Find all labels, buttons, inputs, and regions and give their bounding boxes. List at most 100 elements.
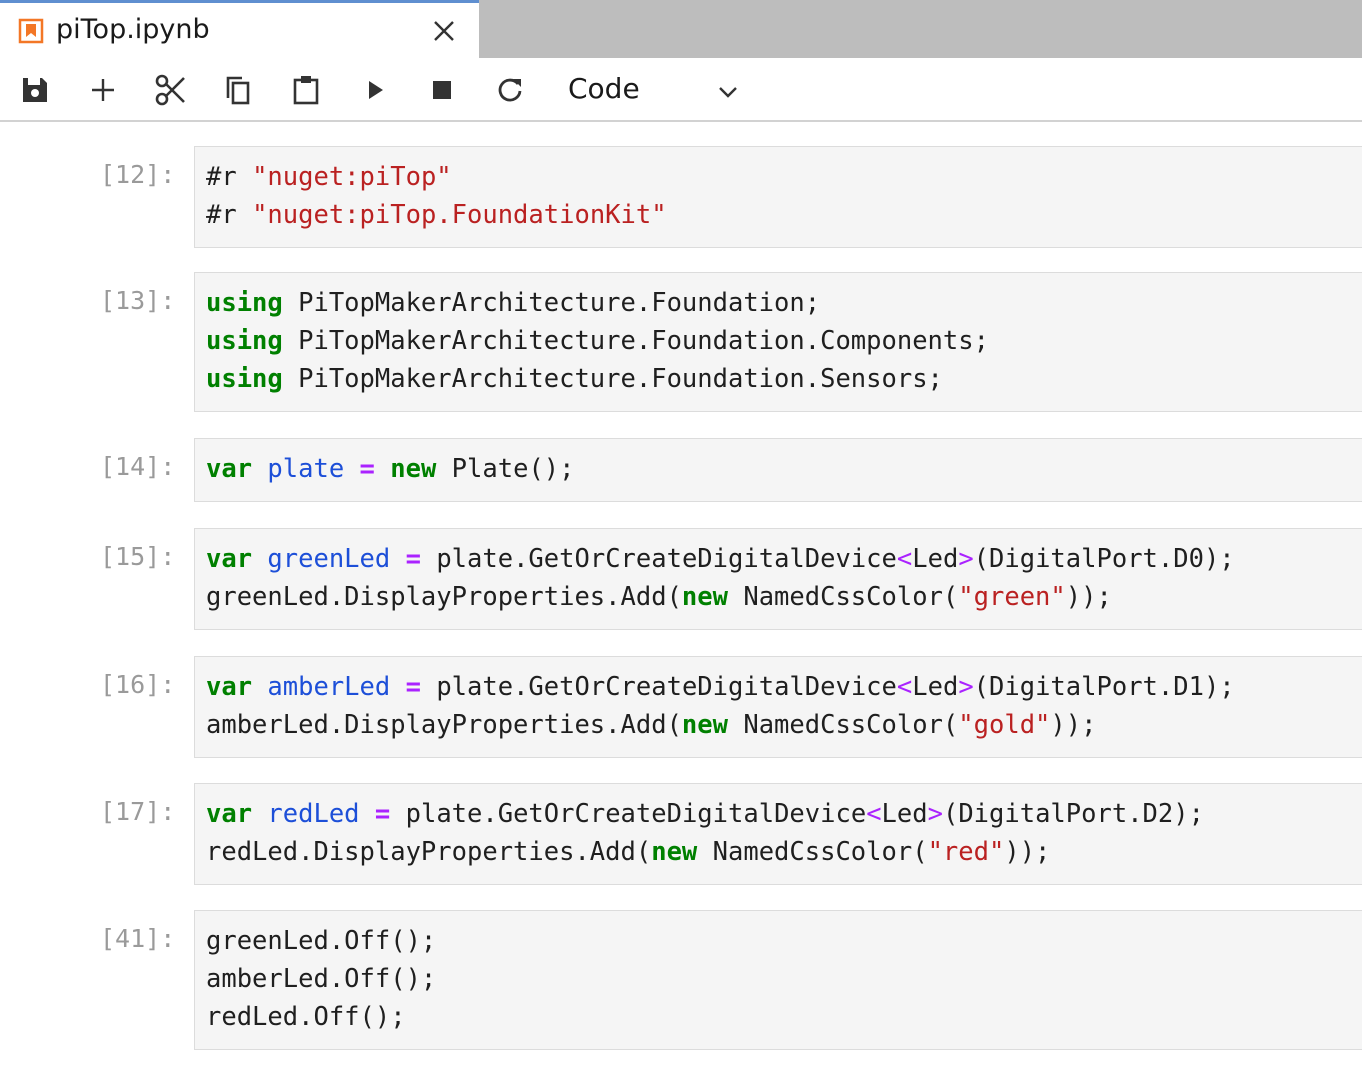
cell-prompt: [13]:: [100, 286, 176, 315]
code-token: plate.GetOrCreateDigitalDevice: [420, 672, 897, 702]
cell-prompt: [41]:: [100, 924, 176, 953]
paste-button[interactable]: [288, 72, 324, 108]
code-editor[interactable]: greenLed.Off(); amberLed.Off(); redLed.Off…: [194, 910, 1362, 1050]
notebook-icon: [18, 18, 44, 44]
save-button[interactable]: [17, 72, 53, 108]
code-token: <: [896, 544, 913, 574]
code-token: amberLed.DisplayProperties.Add(: [206, 710, 682, 740]
code-token: var: [206, 799, 253, 829]
code-token: var: [206, 454, 253, 484]
code-token: ));: [1004, 837, 1051, 867]
notebook-cell[interactable]: [13]: using PiTopMakerArchitecture.Founda…: [0, 272, 1362, 412]
tab-bar: piTop.ipynb: [0, 0, 1362, 58]
code-line: var plate = new Plate();: [206, 450, 575, 488]
code-token: greenLed: [267, 544, 391, 574]
copy-button[interactable]: [220, 72, 256, 108]
code-line: redLed.DisplayProperties.Add(new NamedCs…: [206, 833, 1050, 871]
code-line: using PiTopMakerArchitecture.Foundation.…: [206, 360, 943, 398]
code-token: <: [866, 799, 882, 829]
code-line: using PiTopMakerArchitecture.Foundation;: [206, 284, 820, 322]
notebook-cell[interactable]: [41]: greenLed.Off(); amberLed.Off(); redLe…: [0, 910, 1362, 1050]
cut-button[interactable]: [153, 72, 189, 108]
restart-button[interactable]: [492, 72, 528, 108]
code-editor[interactable]: var plate = new Plate();: [194, 438, 1362, 502]
cell-prompt: [15]:: [100, 542, 176, 571]
code-token: greenLed.DisplayProperties.Add(: [206, 582, 682, 612]
restart-icon: [498, 78, 522, 102]
notebook-cell[interactable]: [16]: var amberLed = plate.GetOrCreateDig…: [0, 656, 1362, 758]
code-token: using: [206, 326, 283, 356]
code-line: var greenLed = plate.GetOrCreateDigitalD…: [206, 540, 1235, 578]
notebook-cell[interactable]: [17]: var redLed = plate.GetOrCreateDigit…: [0, 783, 1362, 885]
code-token: plate: [267, 454, 345, 484]
code-token: Led: [881, 799, 928, 829]
code-editor[interactable]: #r "nuget:piTop" #r "nuget:piTop.Foundati…: [194, 146, 1362, 248]
code-token: ));: [1050, 710, 1097, 740]
code-token: #r: [206, 162, 253, 192]
code-token: var: [206, 672, 253, 702]
code-editor[interactable]: var redLed = plate.GetOrCreateDigitalDev…: [194, 783, 1362, 885]
notebook-cell[interactable]: [12]: #r "nuget:piTop" #r "nuget:piTop.Fou…: [0, 146, 1362, 248]
code-line: var redLed = plate.GetOrCreateDigitalDev…: [206, 795, 1204, 833]
code-line: #r "nuget:piTop": [206, 158, 452, 196]
code-token: plate.GetOrCreateDigitalDevice: [390, 799, 867, 829]
code-token: >: [927, 799, 943, 829]
code-token: >: [958, 672, 974, 702]
run-button[interactable]: [357, 72, 393, 108]
stop-button[interactable]: [424, 72, 460, 108]
code-token: "nuget:piTop.FoundationKit": [252, 200, 667, 230]
cell-type-label: Code: [568, 72, 640, 105]
code-editor[interactable]: using PiTopMakerArchitecture.Foundation;…: [194, 272, 1362, 412]
save-icon: [23, 78, 47, 102]
cell-prompt: [16]:: [100, 670, 176, 699]
code-token: ));: [1065, 582, 1112, 612]
code-token: Led: [912, 672, 959, 702]
code-token: redLed.DisplayProperties.Add(: [206, 837, 652, 867]
code-editor[interactable]: var amberLed = plate.GetOrCreateDigitalD…: [194, 656, 1362, 758]
close-icon[interactable]: [430, 17, 458, 45]
code-token: NamedCssColor(: [697, 837, 928, 867]
code-token: using: [206, 288, 283, 318]
code-token: redLed: [267, 799, 360, 829]
code-line: greenLed.DisplayProperties.Add(new Named…: [206, 578, 1112, 616]
cell-type-dropdown[interactable]: Code: [560, 68, 750, 112]
tab-notebook[interactable]: piTop.ipynb: [0, 0, 479, 58]
tab-title: piTop.ipynb: [56, 14, 210, 45]
code-token: new: [651, 837, 698, 867]
code-line: var amberLed = plate.GetOrCreateDigitalD…: [206, 668, 1235, 706]
code-token: =: [405, 672, 421, 702]
code-editor[interactable]: var greenLed = plate.GetOrCreateDigitalD…: [194, 528, 1362, 630]
notebook-cell[interactable]: [14]: var plate = new Plate();: [0, 438, 1362, 502]
code-token: amberLed: [267, 672, 391, 702]
cell-prompt: [17]:: [100, 797, 176, 826]
code-token: new: [681, 582, 728, 612]
code-token: NamedCssColor(: [727, 710, 959, 740]
add-cell-button[interactable]: [85, 72, 121, 108]
code-token: #r: [206, 200, 253, 230]
code-token: var: [206, 544, 253, 574]
code-token: using: [206, 364, 283, 394]
code-token: >: [958, 544, 974, 574]
code-token: Led: [912, 544, 959, 574]
add-cell-icon: [92, 79, 114, 101]
code-token: Plate();: [436, 454, 575, 484]
code-line: amberLed.Off();: [206, 960, 436, 998]
code-token: PiTopMakerArchitecture.Foundation.Sensor…: [282, 364, 943, 394]
notebook-cell[interactable]: [15]: var greenLed = plate.GetOrCreateDig…: [0, 528, 1362, 630]
code-token: "gold": [958, 710, 1051, 740]
copy-icon: [226, 76, 250, 105]
code-token: =: [405, 544, 421, 574]
code-token: =: [359, 454, 375, 484]
code-token: (DigitalPort.D1);: [973, 672, 1235, 702]
code-token: new: [390, 454, 437, 484]
chevron-down-icon: [716, 80, 740, 104]
